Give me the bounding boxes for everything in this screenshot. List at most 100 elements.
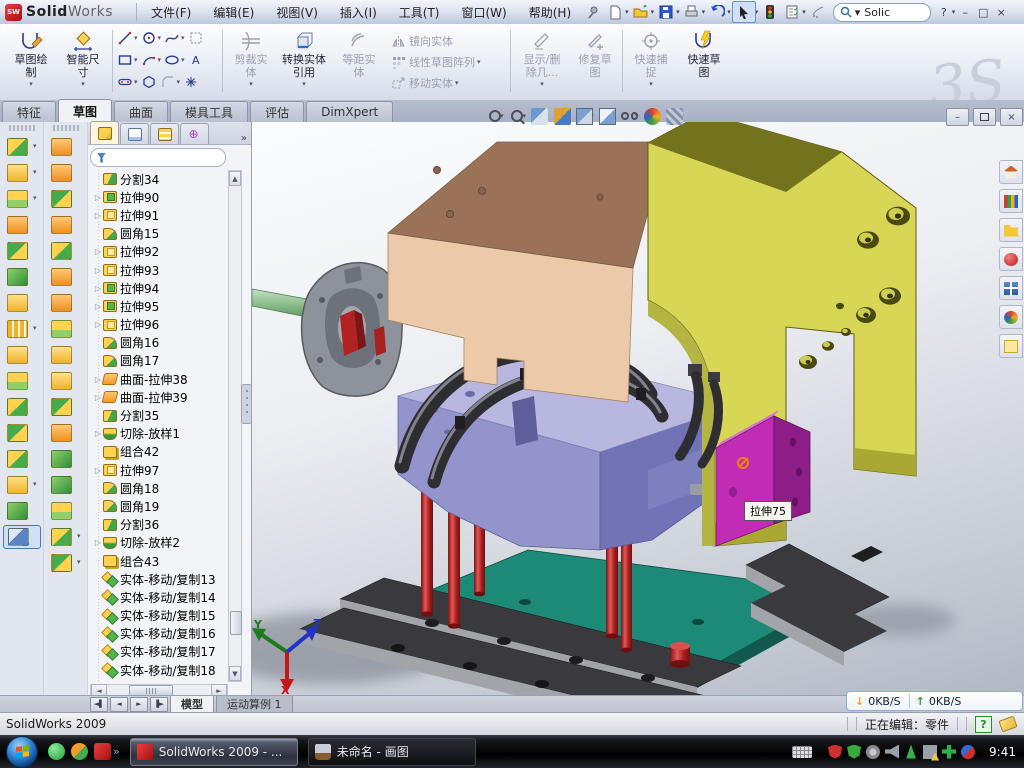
surface-tool-button[interactable] xyxy=(47,265,85,289)
surface-tool-button[interactable] xyxy=(47,525,85,549)
feature-tree-item[interactable]: 曲面-拉伸39 xyxy=(90,388,228,406)
taskbar-window-button[interactable]: 未命名 - 画图 xyxy=(308,738,476,766)
save-button[interactable] xyxy=(655,2,677,22)
toolbar-grip[interactable] xyxy=(9,125,35,131)
scroll-up-icon[interactable]: ▲ xyxy=(229,171,241,186)
overflow-tools-icon[interactable] xyxy=(807,2,829,22)
surface-tool-button[interactable] xyxy=(47,213,85,237)
offset-entities-button[interactable]: 等距实体 xyxy=(336,27,382,95)
feature-tool-button[interactable] xyxy=(3,291,41,315)
feature-tree-item[interactable]: 拉伸94 xyxy=(90,279,228,297)
feature-tool-button[interactable] xyxy=(3,473,41,497)
ribbon-tab[interactable]: 曲面 xyxy=(114,101,168,122)
arc-tool-icon[interactable] xyxy=(141,52,157,68)
new-document-button[interactable] xyxy=(604,2,626,22)
feature-tool-button[interactable] xyxy=(3,447,41,471)
surface-tool-button[interactable] xyxy=(47,473,85,497)
quick-launch-icon[interactable] xyxy=(94,743,111,760)
feature-tree-item[interactable]: 实体-移动/复制14 xyxy=(90,588,228,606)
tray-icon[interactable] xyxy=(847,745,861,759)
undo-button[interactable] xyxy=(706,2,728,22)
surface-tool-button[interactable] xyxy=(47,395,85,419)
minimize-icon[interactable]: – xyxy=(956,6,974,19)
expand-arrow-icon[interactable] xyxy=(93,302,103,311)
sketch-fillet-tool-icon[interactable] xyxy=(160,74,176,90)
expand-arrow-icon[interactable] xyxy=(93,211,103,220)
last-tab-icon[interactable]: ▐► xyxy=(150,697,168,712)
feature-tool-button[interactable] xyxy=(3,421,41,445)
feature-tree-item[interactable]: 圆角18 xyxy=(90,479,228,497)
keyboard-layout-icon[interactable] xyxy=(792,746,812,758)
scrollbar-thumb[interactable] xyxy=(230,611,242,635)
task-pane-tab[interactable] xyxy=(999,305,1023,329)
print-button[interactable] xyxy=(681,2,703,22)
repair-sketch-button[interactable]: 修复草图 xyxy=(572,27,618,95)
exploded-mold-assembly[interactable]: Y Z X xyxy=(252,122,1024,695)
feature-tree-item[interactable]: 分割36 xyxy=(90,516,228,534)
expand-arrow-icon[interactable] xyxy=(93,320,103,329)
feature-tree-item[interactable]: 圆角16 xyxy=(90,334,228,352)
menu-item[interactable]: 文件(F) xyxy=(140,1,202,24)
feature-tool-button[interactable] xyxy=(3,369,41,393)
surface-tool-button[interactable] xyxy=(47,343,85,367)
top-plate-tan[interactable] xyxy=(388,142,667,402)
view-tool-icon[interactable] xyxy=(531,108,548,125)
tree-filter-input[interactable] xyxy=(90,148,226,167)
feature-tree-item[interactable]: 实体-移动/复制18 xyxy=(90,661,228,679)
next-tab-icon[interactable]: ► xyxy=(130,697,148,712)
surface-tool-button[interactable] xyxy=(47,447,85,471)
point-tool-icon[interactable] xyxy=(183,74,199,90)
mirror-entities-item[interactable]: 镜向实体 xyxy=(392,31,453,51)
expand-arrow-icon[interactable] xyxy=(93,193,103,202)
surface-tool-button[interactable] xyxy=(47,135,85,159)
surface-tool-button[interactable] xyxy=(47,369,85,393)
feature-tree-item[interactable]: 圆角15 xyxy=(90,225,228,243)
tray-icon[interactable] xyxy=(923,745,937,759)
feature-tool-button[interactable] xyxy=(3,499,41,523)
ribbon-tab[interactable]: 评估 xyxy=(250,101,304,122)
tree-vertical-scrollbar[interactable]: ▲ ▼ xyxy=(228,170,242,682)
expand-arrow-icon[interactable] xyxy=(93,429,103,438)
quick-launch-overflow-icon[interactable]: » xyxy=(113,745,120,758)
doc-minimize-icon[interactable]: – xyxy=(946,108,969,126)
selection-box-icon[interactable] xyxy=(188,30,204,46)
ellipse-tool-icon[interactable] xyxy=(164,52,180,68)
select-tool-button[interactable] xyxy=(732,1,756,23)
doc-close-icon[interactable]: × xyxy=(1000,108,1023,126)
spline-tool-icon[interactable] xyxy=(164,30,180,46)
quick-snaps-button[interactable]: 快速捕捉▾ xyxy=(628,27,674,95)
menu-item[interactable]: 插入(I) xyxy=(329,1,388,24)
feature-tree-item[interactable]: 拉伸91 xyxy=(90,206,228,224)
view-tool-icon[interactable] xyxy=(554,108,571,125)
feature-tree-item[interactable]: 拉伸96 xyxy=(90,316,228,334)
feature-tool-button[interactable] xyxy=(3,187,41,211)
document-tab[interactable]: 运动算例 1 xyxy=(216,696,293,713)
tray-icon[interactable] xyxy=(828,745,842,759)
expand-arrow-icon[interactable] xyxy=(93,266,103,275)
help-dropdown-icon[interactable]: ▾ xyxy=(952,8,956,16)
view-tool-icon[interactable] xyxy=(599,108,616,125)
surface-tool-button[interactable] xyxy=(47,421,85,445)
menu-item[interactable]: 工具(T) xyxy=(388,1,451,24)
feature-tree-item[interactable]: 分割34 xyxy=(90,170,228,188)
feature-tool-button[interactable] xyxy=(3,135,41,159)
view-tool-icon[interactable] xyxy=(621,108,638,125)
search-input[interactable]: ▾ Solic xyxy=(833,3,931,22)
feature-tool-button[interactable] xyxy=(3,239,41,263)
tray-icon[interactable] xyxy=(942,745,956,759)
toolbar-grip[interactable] xyxy=(53,125,79,131)
tag-icon[interactable] xyxy=(998,716,1017,733)
convert-entities-button[interactable]: 转换实体引用▾ xyxy=(278,27,330,95)
rebuild-traffic-light-icon[interactable] xyxy=(759,2,781,22)
task-pane-tab[interactable] xyxy=(999,276,1023,300)
feature-tree-item[interactable]: 拉伸92 xyxy=(90,243,228,261)
tray-icon[interactable] xyxy=(904,745,918,759)
document-tab[interactable]: 模型 xyxy=(170,696,214,713)
rectangle-tool-icon[interactable] xyxy=(117,52,133,68)
feature-tree-item[interactable]: 拉伸93 xyxy=(90,261,228,279)
surface-tool-button[interactable] xyxy=(47,291,85,315)
open-document-button[interactable] xyxy=(630,2,652,22)
tab-featuremanager[interactable] xyxy=(90,121,119,144)
feature-tree-item[interactable]: 实体-移动/复制15 xyxy=(90,607,228,625)
rapid-sketch-button[interactable]: 快速草图 xyxy=(678,27,730,95)
